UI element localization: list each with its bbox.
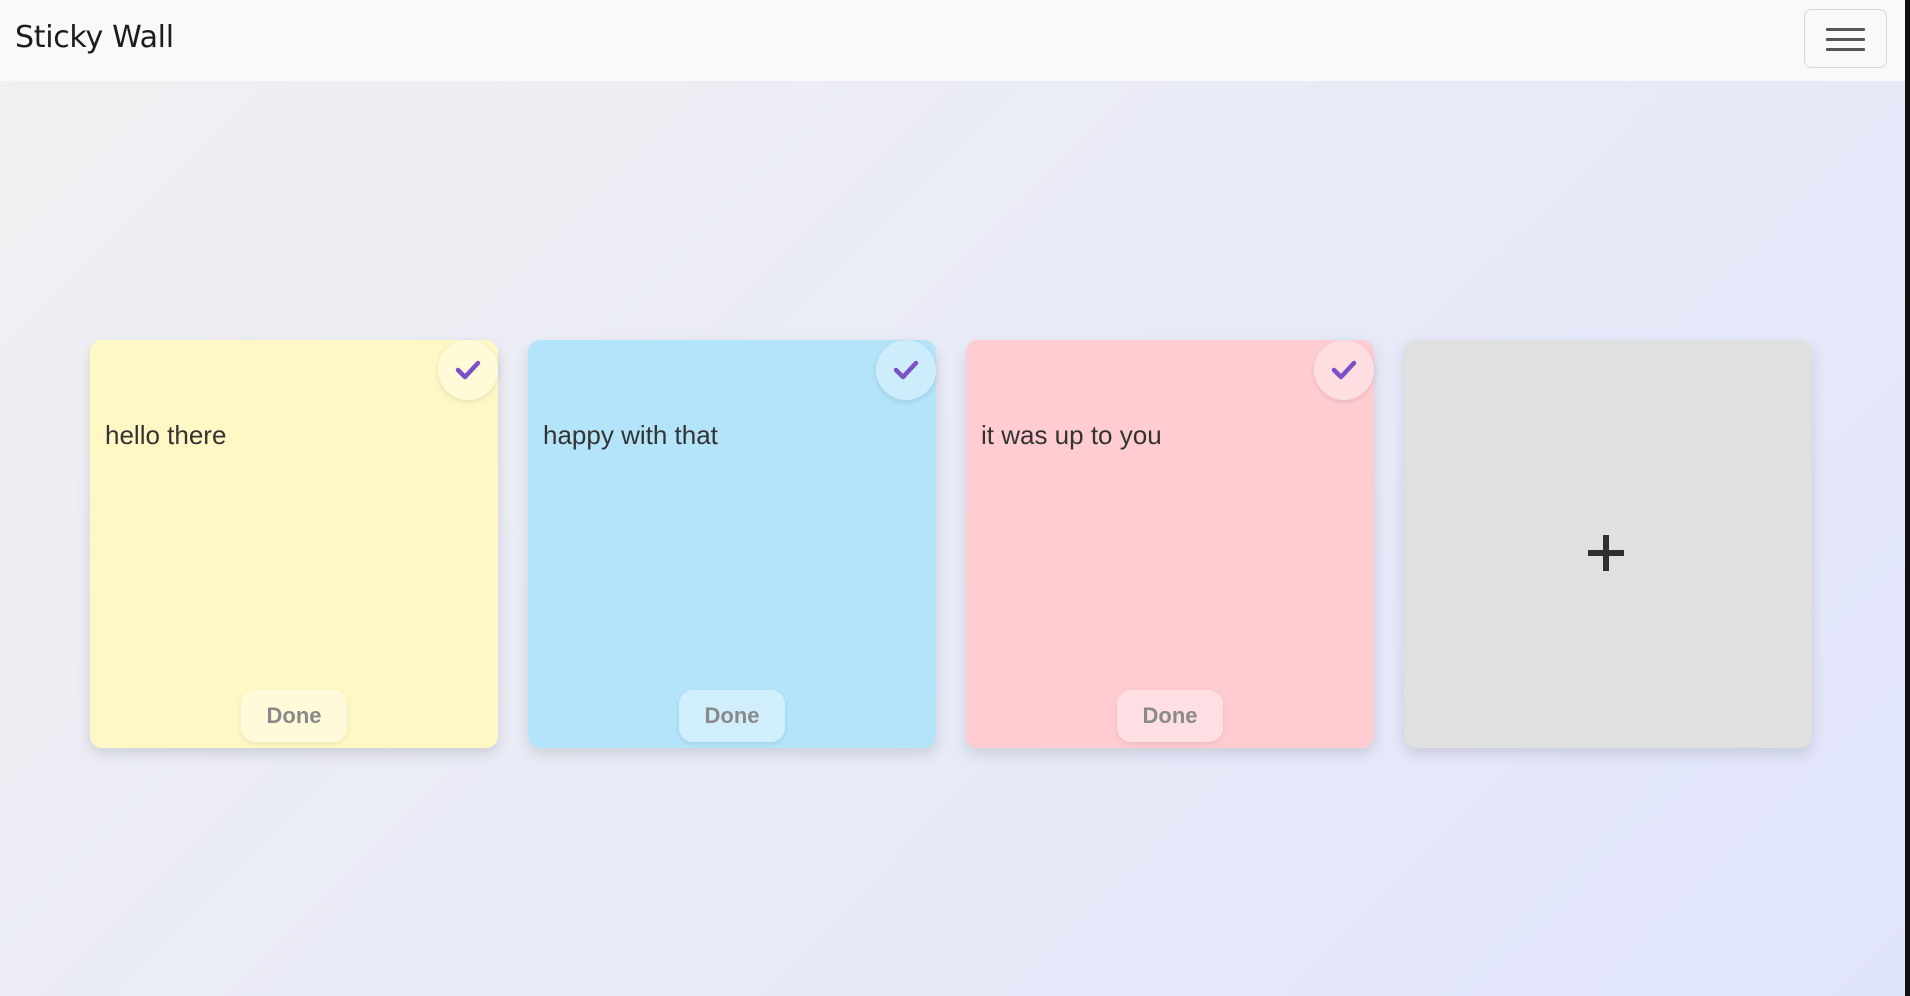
app-title[interactable]: Sticky Wall [15, 20, 174, 55]
done-button[interactable]: Done [679, 690, 785, 742]
window-edge [1905, 0, 1910, 996]
note-text[interactable]: happy with that [543, 420, 718, 451]
add-note-button[interactable] [1404, 340, 1812, 748]
done-button[interactable]: Done [241, 690, 347, 742]
sticky-note: it was up to you Done [966, 340, 1374, 748]
sticky-note: happy with that Done [528, 340, 936, 748]
sticky-note: hello there Done [90, 340, 498, 748]
mark-complete-button[interactable] [876, 340, 936, 400]
checkmark-icon [1331, 360, 1357, 380]
hamburger-menu-icon [1826, 28, 1865, 31]
menu-toggle-button[interactable] [1804, 9, 1887, 68]
note-text[interactable]: it was up to you [981, 420, 1162, 451]
done-button[interactable]: Done [1117, 690, 1223, 742]
plus-icon [1588, 534, 1628, 574]
checkmark-icon [893, 360, 919, 380]
hamburger-menu-icon-bar [1826, 38, 1865, 41]
navbar: Sticky Wall [0, 0, 1905, 81]
mark-complete-button[interactable] [438, 340, 498, 400]
checkmark-icon [455, 360, 481, 380]
hamburger-menu-icon-bar [1826, 48, 1865, 51]
note-text[interactable]: hello there [105, 420, 226, 451]
mark-complete-button[interactable] [1314, 340, 1374, 400]
